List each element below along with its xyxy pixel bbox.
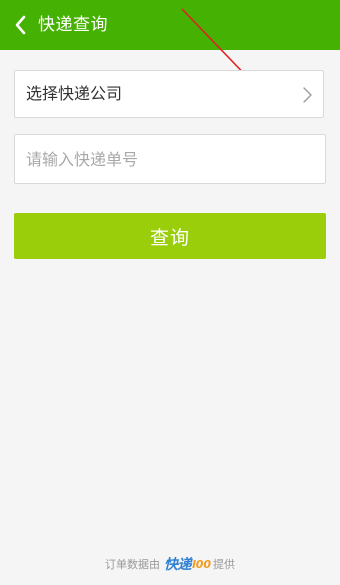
footer-suffix: 提供 xyxy=(213,558,236,571)
brand-main-text: 快递 xyxy=(163,557,192,573)
chevron-right-icon xyxy=(303,87,312,103)
company-select-label: 选择快递公司 xyxy=(26,84,123,103)
kuaidi100-logo: 快递 l00 xyxy=(164,554,211,574)
footer-credit: 订单数据由 快递 l00 提供 xyxy=(0,552,340,576)
page-title: 快递查询 xyxy=(38,15,108,35)
back-button[interactable] xyxy=(6,8,34,42)
query-button[interactable]: 查询 xyxy=(14,213,326,259)
app-header: 快递查询 xyxy=(0,0,340,50)
company-select[interactable]: 选择快递公司 xyxy=(14,70,324,118)
footer-prefix: 订单数据由 xyxy=(104,558,160,571)
chevron-left-icon xyxy=(15,15,26,35)
brand-suffix-text: l00 xyxy=(191,557,212,571)
tracking-number-input[interactable] xyxy=(14,134,326,184)
